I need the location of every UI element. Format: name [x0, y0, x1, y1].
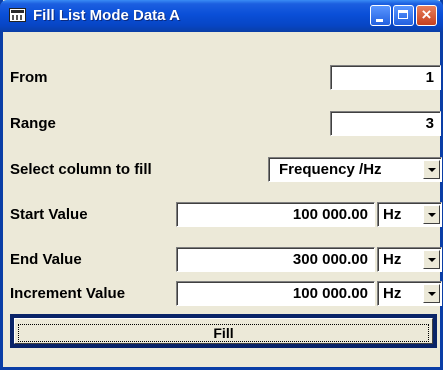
increment-value-label: Increment Value: [10, 285, 126, 302]
start-value-input[interactable]: 100 000.00: [176, 202, 375, 227]
select-column-label: Select column to fill: [10, 161, 152, 178]
fill-button[interactable]: Fill: [14, 318, 433, 344]
from-label: From: [10, 69, 48, 86]
end-unit-select[interactable]: Hz: [377, 247, 442, 272]
fill-button-label: Fill: [18, 324, 429, 342]
maximize-button[interactable]: [393, 5, 414, 26]
close-button[interactable]: ×: [416, 5, 437, 26]
close-icon: ×: [421, 5, 432, 24]
chevron-down-icon[interactable]: [423, 160, 440, 179]
start-unit-value: Hz: [383, 206, 402, 223]
increment-unit-value: Hz: [383, 285, 402, 302]
end-unit-value: Hz: [383, 251, 402, 268]
app-icon: [9, 8, 26, 22]
increment-value-input[interactable]: 100 000.00: [176, 281, 375, 306]
title-bar[interactable]: Fill List Mode Data A ×: [0, 0, 443, 32]
minimize-button[interactable]: [370, 5, 391, 26]
range-label: Range: [10, 115, 56, 132]
column-select[interactable]: Frequency /Hz: [268, 157, 442, 182]
start-unit-select[interactable]: Hz: [377, 202, 442, 227]
end-value-input[interactable]: 300 000.00: [176, 247, 375, 272]
end-value-label: End Value: [10, 251, 82, 268]
chevron-down-icon[interactable]: [423, 250, 440, 269]
window-title: Fill List Mode Data A: [33, 7, 180, 24]
range-input[interactable]: 3: [330, 111, 441, 136]
start-value-label: Start Value: [10, 206, 88, 223]
chevron-down-icon[interactable]: [423, 205, 440, 224]
increment-unit-select[interactable]: Hz: [377, 281, 442, 306]
from-input[interactable]: 1: [330, 65, 441, 90]
column-select-value: Frequency /Hz: [279, 161, 382, 178]
fill-button-frame: Fill: [10, 314, 437, 348]
chevron-down-icon[interactable]: [423, 284, 440, 303]
